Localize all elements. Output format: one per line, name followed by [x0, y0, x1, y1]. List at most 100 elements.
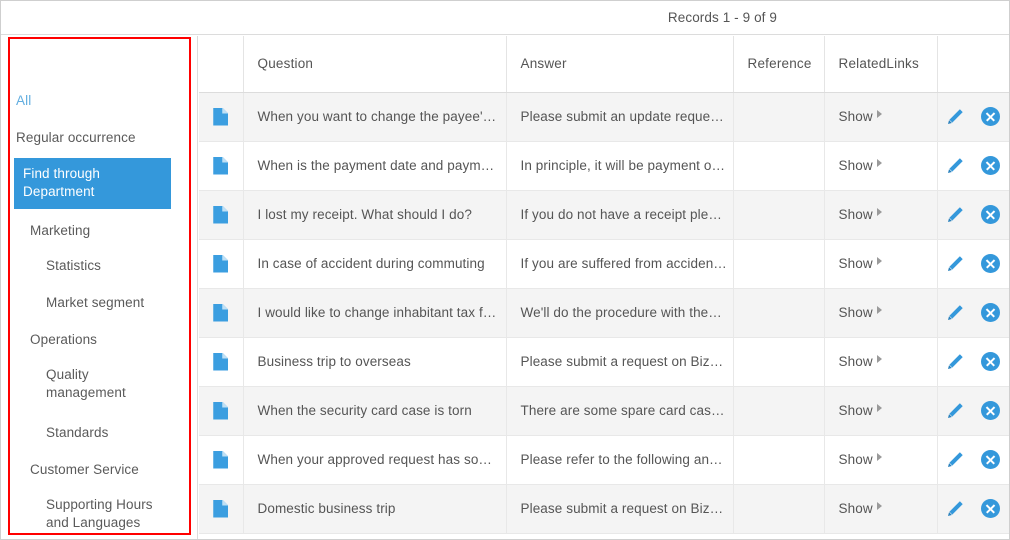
edit-row-button[interactable] — [946, 450, 965, 469]
sidebar-item-operations[interactable]: Operations — [30, 331, 172, 349]
triangle-right-icon — [876, 159, 882, 167]
triangle-right-icon — [876, 502, 882, 510]
show-link[interactable]: Show — [839, 354, 873, 369]
row-doc-icon-cell — [199, 435, 244, 485]
cell-relatedlinks[interactable]: Show — [824, 337, 938, 387]
show-link[interactable]: Show — [839, 501, 873, 516]
row-doc-icon-cell — [199, 337, 244, 387]
table-row[interactable]: I would like to change inhabitant tax f…… — [199, 288, 1009, 338]
cell-question[interactable]: When you want to change the payee'… — [243, 92, 507, 142]
sidebar-item-marketing[interactable]: Marketing — [30, 222, 172, 240]
cell-answer[interactable]: Please refer to the following an… — [506, 435, 734, 485]
cell-actions — [937, 239, 1009, 289]
edit-row-button[interactable] — [946, 401, 965, 420]
cell-reference — [733, 190, 825, 240]
edit-row-button[interactable] — [946, 205, 965, 224]
cell-question[interactable]: I lost my receipt. What should I do? — [243, 190, 507, 240]
column-header-icon — [199, 36, 244, 93]
show-link[interactable]: Show — [839, 207, 873, 222]
show-link[interactable]: Show — [839, 256, 873, 271]
cell-question[interactable]: When your approved request has so… — [243, 435, 507, 485]
column-header-reference[interactable]: Reference — [733, 36, 825, 93]
table-row[interactable]: When is the payment date and paym… In pri… — [199, 141, 1009, 191]
show-link[interactable]: Show — [839, 305, 873, 320]
sidebar-item-regular-occurrence[interactable]: Regular occurrence — [16, 129, 172, 147]
cell-question[interactable]: When is the payment date and paym… — [243, 141, 507, 191]
delete-row-button[interactable] — [981, 450, 1001, 469]
cell-answer[interactable]: Please submit a request on Biz… — [506, 484, 734, 534]
column-header-actions — [937, 36, 1009, 93]
table-row[interactable]: When the security card case is torn There… — [199, 386, 1009, 436]
row-doc-icon-cell — [199, 484, 244, 534]
sidebar-item-statistics[interactable]: Statistics — [46, 257, 172, 275]
cell-relatedlinks[interactable]: Show — [824, 435, 938, 485]
column-header-answer[interactable]: Answer — [506, 36, 734, 93]
row-doc-icon-cell — [199, 92, 244, 142]
cell-question[interactable]: In case of accident during commuting — [243, 239, 507, 289]
show-link[interactable]: Show — [839, 109, 873, 124]
cell-answer[interactable]: Please submit a request on Biz… — [506, 337, 734, 387]
cell-answer[interactable]: If you do not have a receipt ple… — [506, 190, 734, 240]
cell-reference — [733, 435, 825, 485]
edit-row-button[interactable] — [946, 352, 965, 371]
cell-relatedlinks[interactable]: Show — [824, 288, 938, 338]
column-header-question[interactable]: Question — [243, 36, 507, 93]
cell-question[interactable]: I would like to change inhabitant tax f… — [243, 288, 507, 338]
row-doc-icon-cell — [199, 239, 244, 289]
cell-answer[interactable]: In principle, it will be payment o… — [506, 141, 734, 191]
cell-actions — [937, 435, 1009, 485]
sidebar-item-supporting-hours-and-languages[interactable]: Supporting Hours and Languages — [46, 496, 172, 532]
sidebar-item-all[interactable]: All — [16, 92, 172, 110]
delete-row-button[interactable] — [981, 205, 1001, 224]
records-table-body: When you want to change the payee'… Pleas… — [199, 92, 1009, 534]
cell-question[interactable]: Business trip to overseas — [243, 337, 507, 387]
delete-row-button[interactable] — [981, 156, 1001, 175]
cell-relatedlinks[interactable]: Show — [824, 239, 938, 289]
cell-answer[interactable]: Please submit an update reque… — [506, 92, 734, 142]
delete-row-button[interactable] — [981, 352, 1001, 371]
edit-row-button[interactable] — [946, 254, 965, 273]
delete-row-button[interactable] — [981, 303, 1001, 322]
cell-answer[interactable]: There are some spare card cas… — [506, 386, 734, 436]
table-row[interactable]: When your approved request has so… Please… — [199, 435, 1009, 485]
edit-row-button[interactable] — [946, 499, 965, 518]
cell-relatedlinks[interactable]: Show — [824, 386, 938, 436]
edit-row-button[interactable] — [946, 303, 965, 322]
sidebar-item-standards[interactable]: Standards — [46, 424, 172, 442]
triangle-right-icon — [876, 257, 882, 265]
edit-row-button[interactable] — [946, 107, 965, 126]
cell-question[interactable]: When the security card case is torn — [243, 386, 507, 436]
delete-row-button[interactable] — [981, 254, 1001, 273]
column-header-relatedlinks[interactable]: RelatedLinks — [824, 36, 938, 93]
cell-relatedlinks[interactable]: Show — [824, 141, 938, 191]
records-table-container[interactable]: Question Answer Reference RelatedLinks W… — [199, 36, 1009, 539]
cell-relatedlinks[interactable]: Show — [824, 92, 938, 142]
delete-row-button[interactable] — [981, 401, 1001, 420]
sidebar-item-customer-service[interactable]: Customer Service — [30, 461, 172, 479]
cell-actions — [937, 288, 1009, 338]
sidebar-item-find-through-department[interactable]: Find through Department — [14, 158, 171, 209]
cell-relatedlinks[interactable]: Show — [824, 484, 938, 534]
show-link[interactable]: Show — [839, 158, 873, 173]
show-link[interactable]: Show — [839, 403, 873, 418]
cell-answer[interactable]: We'll do the procedure with the… — [506, 288, 734, 338]
cell-question[interactable]: Domestic business trip — [243, 484, 507, 534]
table-row[interactable]: When you want to change the payee'… Pleas… — [199, 92, 1009, 142]
table-row[interactable]: In case of accident during commuting If y… — [199, 239, 1009, 289]
table-header-row: Question Answer Reference RelatedLinks — [199, 36, 1009, 93]
faq-grid-app: Records 1 - 9 of 9 All Regular occurrence… — [0, 0, 1010, 540]
document-icon — [213, 450, 229, 469]
cell-answer[interactable]: If you are suffered from acciden… — [506, 239, 734, 289]
sidebar-item-market-segment[interactable]: Market segment — [46, 294, 172, 312]
table-row[interactable]: Domestic business trip Please submit a re… — [199, 484, 1009, 534]
cell-relatedlinks[interactable]: Show — [824, 190, 938, 240]
category-sidebar[interactable]: All Regular occurrence Find through Depart… — [2, 36, 198, 539]
show-link[interactable]: Show — [839, 452, 873, 467]
cell-actions — [937, 190, 1009, 240]
table-row[interactable]: I lost my receipt. What should I do? If y… — [199, 190, 1009, 240]
delete-row-button[interactable] — [981, 107, 1001, 126]
delete-row-button[interactable] — [981, 499, 1001, 518]
edit-row-button[interactable] — [946, 156, 965, 175]
sidebar-item-quality-management[interactable]: Quality management — [46, 366, 172, 402]
table-row[interactable]: Business trip to overseas Please submit a… — [199, 337, 1009, 387]
